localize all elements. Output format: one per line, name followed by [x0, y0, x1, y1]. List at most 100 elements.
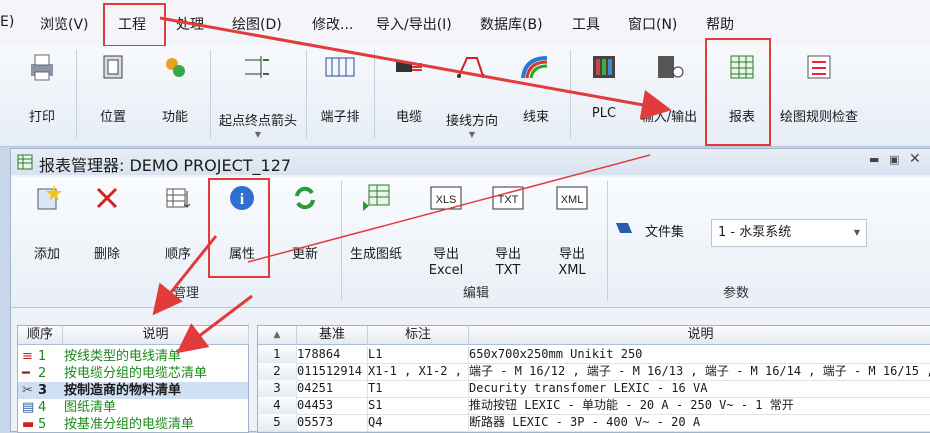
list-item[interactable]: ≡ 1 按线类型的电线清单 [18, 348, 248, 365]
menu-item-tools[interactable]: 工具 [572, 14, 600, 34]
cell-tag: X1-1 , X1-2 , X... [368, 363, 469, 381]
col-description[interactable]: 说明 [63, 326, 249, 345]
minimize-icon[interactable]: ▬ [869, 153, 879, 166]
cell-description: Decurity transfomer LEXIC - 16 VA [469, 380, 930, 398]
generate-drawing-icon [359, 181, 393, 215]
wire-direction-button[interactable]: 接线方向 ▼ [440, 46, 504, 146]
drawing-rule-check-button[interactable]: 绘图规则检查 [772, 46, 866, 146]
export-txt-label-1: 导出 [494, 247, 521, 262]
wire-direction-label: 接线方向 [445, 114, 498, 129]
main-ribbon: 打印 位置 功能 起点终点箭头 ▼ 端子排 电缆 接线方向 ▼ 线束 PLC 输… [0, 46, 930, 147]
col-grid-description[interactable]: 说明 [469, 326, 930, 345]
list-item[interactable]: ▤ 4 图纸清单 [18, 399, 248, 416]
list-item[interactable]: ▬ 5 按基准分组的电缆清单 [18, 416, 248, 433]
io-icon [652, 50, 686, 84]
function-button[interactable]: 功能 [146, 46, 204, 146]
update-label: 更新 [291, 247, 318, 262]
add-label: 添加 [33, 247, 60, 262]
plc-icon [587, 50, 621, 84]
order-label: 顺序 [164, 247, 191, 262]
menu-item-edit[interactable]: E) [0, 14, 14, 30]
dialog-title: 报表管理器: DEMO PROJECT_127 [39, 156, 292, 175]
row-number: 2 [258, 363, 297, 381]
list-item-num: 3 [38, 383, 48, 398]
menu-item-modify[interactable]: 修改... [312, 14, 353, 34]
fileset-dropdown[interactable]: 1 - 水泵系统 ▼ [711, 219, 867, 247]
menu-item-window[interactable]: 窗口(N) [628, 14, 677, 34]
restore-icon[interactable]: ▣ [889, 153, 899, 166]
wire-bundle-icon [519, 50, 553, 84]
list-item-num: 2 [38, 366, 47, 381]
arrow-connector-icon [241, 50, 275, 84]
position-button[interactable]: 位置 [84, 46, 142, 146]
menu-item-draw[interactable]: 绘图(D) [232, 14, 282, 34]
cell-description: 推动按钮 LEXIC - 单功能 - 20 A - 250 V~ - 1 常开 [469, 397, 930, 415]
wire-bundle-label: 线束 [522, 110, 549, 125]
row-number: 5 [258, 414, 297, 432]
io-button[interactable]: 输入/输出 [634, 46, 704, 146]
cable-button[interactable]: 电缆 [380, 46, 438, 146]
print-button[interactable]: 打印 [14, 46, 70, 146]
col-order[interactable]: 顺序 [18, 326, 63, 345]
row-number: 3 [258, 380, 297, 398]
export-xml-label-1: 导出 [558, 247, 585, 262]
add-button[interactable]: 添加 [19, 177, 75, 277]
cell-reference: 04453 [297, 397, 368, 415]
ribbon-divider [570, 50, 571, 138]
chevron-down-icon: ▼ [853, 228, 860, 237]
list-item-num: 1 [38, 349, 47, 364]
cell-description: 650x700x250mm Unikit 250 [469, 346, 930, 364]
terminal-strip-label: 端子排 [320, 110, 360, 125]
xls-icon: XLS [429, 181, 463, 215]
rule-check-icon [802, 50, 836, 84]
list-item-selected[interactable]: ✂ 3 按制造商的物料清单 [18, 382, 248, 399]
dropdown-arrow-icon: ▼ [254, 130, 262, 139]
export-xml-button[interactable]: XML 导出 XML [549, 177, 595, 278]
report-table-icon [17, 154, 33, 174]
delete-button[interactable]: 删除 [79, 177, 135, 277]
list-item[interactable]: ━ 2 按电缆分组的电缆芯清单 [18, 365, 248, 382]
generate-drawing-button[interactable]: 生成图纸 [345, 177, 407, 277]
drawing-rule-check-label: 绘图规则检查 [779, 110, 858, 125]
list-item-label: 按线类型的电线清单 [64, 349, 182, 364]
list-item-label: 按电缆分组的电缆芯清单 [64, 366, 208, 381]
export-excel-label-2: Excel [428, 263, 464, 278]
highlight-project-menu [103, 3, 166, 47]
plc-button[interactable]: PLC [576, 46, 632, 146]
menu-item-help[interactable]: 帮助 [706, 14, 734, 34]
menu-item-import-export[interactable]: 导入/导出(I) [376, 14, 452, 34]
ribbon-divider [341, 181, 342, 301]
menu-item-view[interactable]: 浏览(V) [40, 14, 89, 34]
menu-item-database[interactable]: 数据库(B) [480, 14, 543, 34]
cell-description: 断路器 LEXIC - 3P - 400 V~ - 20 A [469, 414, 930, 432]
export-txt-label-2: TXT [495, 263, 521, 278]
cell-tag: S1 [368, 397, 469, 415]
order-button[interactable]: 顺序 [149, 177, 207, 277]
update-button[interactable]: 更新 [275, 177, 335, 277]
report-list: 顺序 说明 ≡ 1 按线类型的电线清单 ━ 2 按电缆分组的电缆芯清单 ✂ 3 … [17, 325, 249, 433]
wire-bundle-button[interactable]: 线束 [508, 46, 564, 146]
export-txt-button[interactable]: TXT 导出 TXT [485, 177, 531, 278]
fileset-label: 文件集 [645, 225, 685, 240]
ribbon-divider [306, 50, 307, 138]
sort-icon[interactable]: ▲ [258, 326, 297, 345]
position-icon [96, 50, 130, 84]
close-icon[interactable]: ✕ [909, 151, 921, 167]
fileset-icon [615, 221, 633, 239]
highlight-report-button [705, 38, 771, 146]
terminal-strip-button[interactable]: 端子排 [310, 46, 370, 146]
printer-icon [25, 50, 59, 84]
start-end-arrow-button[interactable]: 起点终点箭头 ▼ [212, 46, 304, 146]
export-excel-button[interactable]: XLS 导出 Excel [423, 177, 469, 278]
col-reference[interactable]: 基准 [297, 326, 368, 345]
io-label: 输入/输出 [640, 110, 698, 125]
ribbon-divider [607, 181, 608, 301]
row-number: 4 [258, 397, 297, 415]
fileset-value: 1 - 水泵系统 [718, 225, 792, 240]
col-tag[interactable]: 标注 [368, 326, 469, 345]
row-number: 1 [258, 346, 297, 364]
cell-tag: Q4 [368, 414, 469, 432]
cable-label: 电缆 [395, 110, 422, 125]
menu-item-process[interactable]: 处理 [176, 14, 204, 34]
add-icon [30, 181, 64, 215]
